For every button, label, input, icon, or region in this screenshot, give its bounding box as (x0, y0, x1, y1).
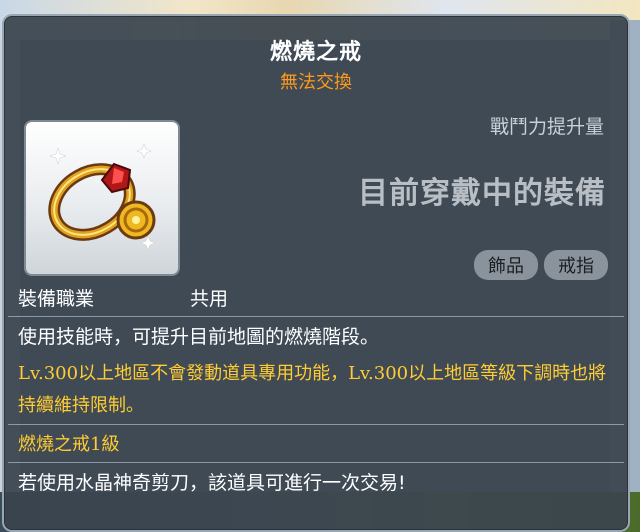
tag-accessory: 飾品 (474, 250, 538, 280)
item-level: 燃燒之戒1級 (18, 434, 120, 455)
power-increase-label: 戰鬥力提升量 (489, 116, 604, 138)
item-icon-frame (24, 120, 180, 276)
divider (8, 424, 624, 425)
level-restriction-warning: Lv.300以上地區不會發動道具專用功能，Lv.300以上地區等級下調時也將持續… (18, 363, 607, 416)
ring-icon (48, 143, 156, 251)
item-tooltip: 燃燒之戒 無法交換 戰鬥力提升量 目前穿戴中的裝備 飾品 戒指 裝備職業 共用 … (2, 14, 630, 532)
job-label: 裝備職業 (18, 288, 95, 310)
job-value: 共用 (190, 288, 229, 310)
equipped-status: 目前穿戴中的裝備 (358, 176, 606, 211)
divider (8, 462, 624, 463)
item-tags: 飾品 戒指 (474, 250, 608, 280)
scissors-trade-info: 若使用水晶神奇剪刀，該道具可進行一次交易! (18, 472, 406, 494)
divider (8, 316, 624, 317)
tag-ring: 戒指 (544, 250, 608, 280)
item-description: 使用技能時，可提升目前地圖的燃燒階段。 (18, 326, 380, 348)
item-name: 燃燒之戒 (269, 40, 362, 65)
trade-status: 無法交換 (280, 72, 352, 93)
